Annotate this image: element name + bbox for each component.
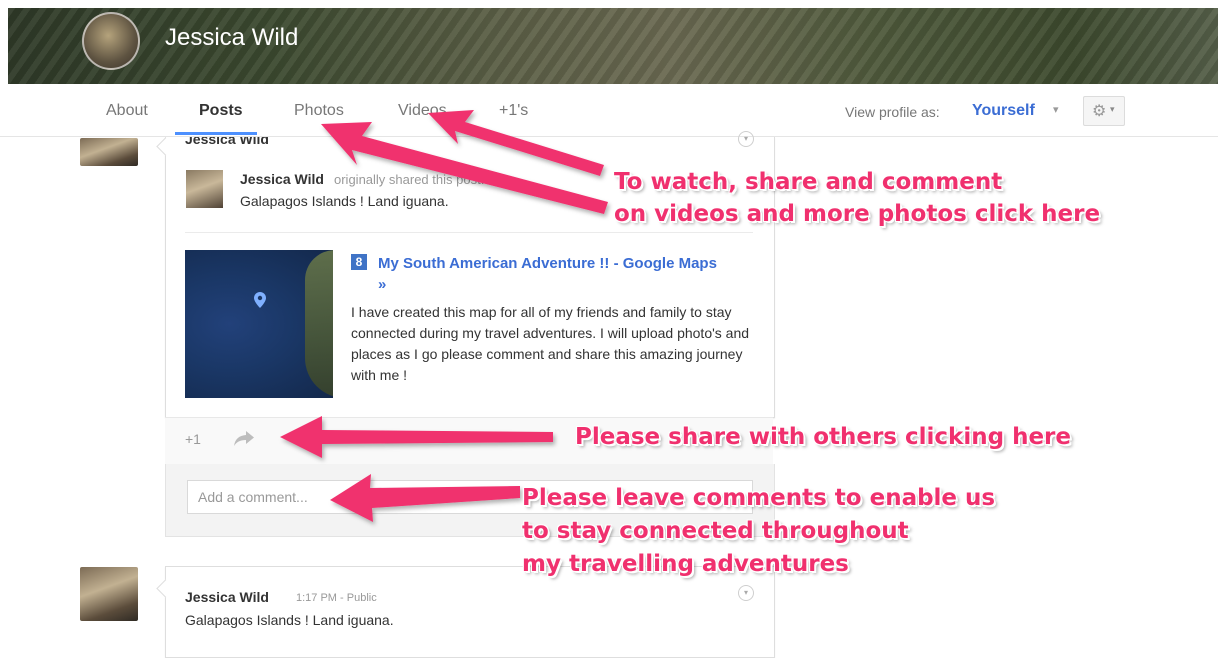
annotation-comment-line3: my travelling adventures bbox=[522, 551, 849, 577]
tab-about[interactable]: About bbox=[106, 102, 148, 120]
view-profile-as-dropdown[interactable]: Yourself bbox=[972, 102, 1035, 120]
tab-plus-ones[interactable]: +1's bbox=[499, 102, 528, 120]
map-pin-icon bbox=[254, 292, 266, 308]
profile-tabs: About Posts Photos Videos +1's View prof… bbox=[0, 84, 1218, 137]
chevron-down-icon[interactable]: ▾ bbox=[738, 585, 754, 601]
share-icon[interactable] bbox=[233, 428, 255, 448]
post-author-avatar[interactable] bbox=[80, 567, 138, 621]
active-tab-indicator bbox=[175, 132, 257, 135]
google-maps-icon: 8 bbox=[351, 254, 367, 270]
post-author-name[interactable]: Jessica Wild bbox=[185, 589, 269, 605]
profile-avatar[interactable] bbox=[82, 12, 140, 70]
map-thumbnail[interactable] bbox=[185, 250, 333, 398]
shared-author-avatar[interactable] bbox=[186, 170, 223, 208]
divider bbox=[185, 232, 753, 233]
plus-one-button[interactable]: +1 bbox=[185, 431, 201, 447]
chevron-down-icon[interactable]: ▾ bbox=[1053, 103, 1059, 116]
profile-name[interactable]: Jessica Wild bbox=[165, 24, 298, 52]
settings-button[interactable]: ⚙ ▾ bbox=[1083, 96, 1125, 126]
shared-author-name[interactable]: Jessica Wild bbox=[240, 171, 324, 187]
view-profile-as-label: View profile as: bbox=[845, 104, 940, 120]
link-title[interactable]: My South American Adventure !! - Google … bbox=[378, 253, 718, 295]
tab-photos[interactable]: Photos bbox=[294, 102, 344, 120]
annotation-comment-line1: Please leave comments to enable us bbox=[522, 485, 996, 511]
annotation-comment-line2: to stay connected throughout bbox=[522, 518, 909, 544]
shared-post-text: Galapagos Islands ! Land iguana. bbox=[240, 193, 449, 209]
annotation-tabs-line2: on videos and more photos click here bbox=[614, 201, 1101, 227]
chevron-down-icon[interactable]: ▾ bbox=[738, 131, 754, 147]
post-author-avatar[interactable] bbox=[80, 138, 138, 166]
gear-icon: ⚙ bbox=[1092, 103, 1107, 120]
post-timestamp[interactable]: 1:17 PM - Public bbox=[296, 592, 377, 604]
annotation-tabs-line1: To watch, share and comment bbox=[614, 169, 1003, 195]
link-description: I have created this map for all of my fr… bbox=[351, 304, 750, 383]
annotation-share: Please share with others clicking here bbox=[575, 424, 1071, 450]
chevron-down-icon: ▾ bbox=[1110, 104, 1115, 114]
post-author-name[interactable]: Jessica Wild bbox=[185, 137, 269, 146]
tab-videos[interactable]: Videos bbox=[398, 102, 447, 120]
post-text: Galapagos Islands ! Land iguana. bbox=[185, 612, 394, 628]
shared-meta: originally shared this post: bbox=[334, 172, 485, 187]
tab-posts[interactable]: Posts bbox=[199, 102, 243, 120]
